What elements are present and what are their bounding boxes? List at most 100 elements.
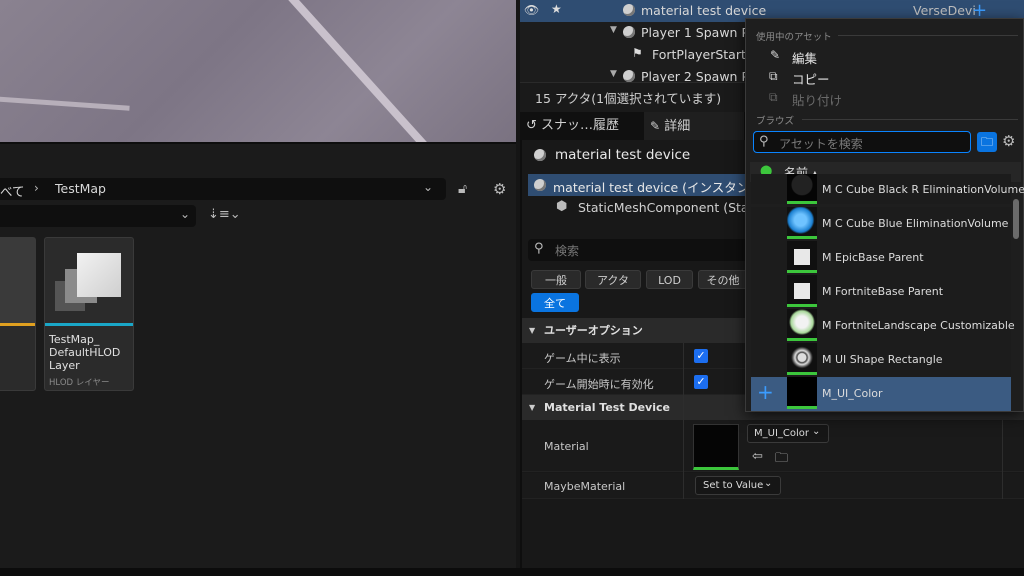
paste-icon: ⧉	[769, 90, 778, 104]
path-prefix[interactable]: べて	[0, 181, 25, 200]
asset-thumbnail	[787, 241, 817, 273]
content-filter-bar[interactable]: ⌄	[0, 205, 196, 227]
asset-row[interactable]: M FortniteBase Parent	[751, 275, 1011, 309]
triangle-down-icon[interactable]: ▼	[610, 25, 617, 35]
asset-label: M_UI_Color	[822, 387, 883, 400]
filter-chip-actor[interactable]: アクタ	[585, 270, 641, 289]
asset-thumbnail	[787, 275, 817, 307]
triangle-down-icon: ▼	[529, 326, 536, 335]
tab-snapshot-label: スナッ…履歴	[541, 118, 620, 133]
filter-chip-all[interactable]: 全て	[531, 293, 579, 312]
asset-row[interactable]: M FortniteLandscape Customizable	[751, 309, 1015, 343]
tab-snapshot[interactable]: ↺ スナッ…履歴	[520, 112, 640, 140]
asset-label: M UI Shape Rectangle	[822, 353, 943, 366]
filter-chip-general[interactable]: 一般	[531, 270, 581, 289]
actor-icon	[623, 70, 635, 82]
outliner-row-label: material test device	[641, 3, 767, 18]
asset-row[interactable]: M EpicBase Parent	[751, 241, 1011, 275]
search-icon: ⚲	[759, 134, 769, 149]
actor-count-status: 15 アクタ(1個選択されています)	[535, 91, 722, 106]
asset-row-selected[interactable]: + M_UI_Color	[751, 377, 1011, 411]
menu-edit[interactable]: 編集	[792, 48, 817, 67]
prop-label: ゲーム中に表示	[544, 352, 621, 365]
details-search-input[interactable]: ⚲ 検索	[528, 239, 748, 261]
tab-details[interactable]: ✎ 詳細	[644, 112, 744, 140]
sort-icon[interactable]: ⇣≡⌄	[208, 207, 241, 222]
prop-label: ゲーム開始時に有効化	[544, 378, 654, 391]
level-viewport[interactable]	[0, 0, 516, 142]
player-start-icon: ⚑	[632, 46, 643, 60]
details-column-divider	[1002, 420, 1003, 499]
prop-label: Material	[544, 440, 589, 453]
asset-search-input[interactable]: ⚲ アセットを検索	[753, 131, 971, 153]
folder-icon: 🗀︎	[980, 135, 993, 149]
asset-tile-partial[interactable]	[0, 237, 36, 391]
asset-row[interactable]: M C Cube Black R EliminationVolume	[751, 174, 1024, 204]
asset-row[interactable]: M UI Shape Rectangle	[751, 343, 1011, 377]
menu-copy[interactable]: コピー	[792, 69, 830, 88]
asset-thumbnail	[787, 309, 817, 341]
filter-chip-lod[interactable]: LOD	[646, 270, 693, 289]
asset-thumbnail	[787, 207, 817, 239]
asset-label: M C Cube Blue EliminationVolume	[822, 217, 1009, 230]
filter-chip-other[interactable]: その他	[698, 270, 748, 289]
asset-label: M C Cube Black R EliminationVolume	[822, 183, 1024, 196]
browse-icon[interactable]: 🗀︎	[775, 449, 788, 471]
triangle-down-icon[interactable]: ▼	[610, 69, 617, 79]
heading-browse: ブラウズ	[756, 116, 795, 127]
actor-icon	[534, 179, 546, 191]
gear-icon[interactable]: ⚙	[1002, 132, 1015, 150]
asset-search-placeholder: アセットを検索	[779, 137, 863, 151]
tab-details-label: 詳細	[664, 119, 691, 134]
use-selected-icon[interactable]: ⇦	[752, 449, 763, 464]
asset-label: M EpicBase Parent	[822, 251, 924, 264]
asset-thumbnail	[787, 343, 817, 375]
browse-folder-button[interactable]: 🗀︎	[977, 132, 997, 152]
prop-label: MaybeMaterial	[544, 480, 626, 493]
actor-icon	[623, 26, 635, 38]
outliner-row-label: FortPlayerStartC	[652, 47, 755, 62]
search-placeholder: 検索	[555, 244, 580, 258]
component-row-instance[interactable]: material test device (インスタンス)	[528, 174, 766, 196]
material-combo[interactable]: M_UI_Color ⌄	[747, 424, 829, 443]
details-column-divider	[683, 343, 684, 499]
lock-icon[interactable]: 🔓︎	[458, 181, 467, 197]
outliner-row-type: VerseDevi	[913, 3, 976, 18]
chevron-down-icon: ⌄	[812, 426, 821, 437]
menu-paste[interactable]: 貼り付け	[792, 90, 842, 109]
copy-icon: ⧉	[769, 69, 778, 83]
section-label: Material Test Device	[544, 401, 670, 414]
asset-tile-type: HLOD レイヤー	[49, 378, 110, 388]
eye-icon[interactable]: 👁︎	[524, 3, 539, 17]
actor-icon	[534, 149, 546, 161]
set-to-value-combo[interactable]: Set to Value ⌄	[695, 476, 781, 495]
asset-tile-hlod[interactable]: TestMap_ DefaultHLOD Layer HLOD レイヤー	[44, 237, 134, 391]
gear-icon[interactable]: ⚙	[493, 180, 506, 198]
star-icon[interactable]: ★	[551, 2, 562, 16]
chevron-right-icon: ›	[34, 181, 39, 195]
heading-current-asset: 使用中のアセット	[756, 32, 832, 43]
asset-thumbnail	[787, 174, 817, 204]
checkbox-enabled[interactable]: ✓	[694, 375, 708, 389]
outliner-row-label: Player 1 Spawn Pa	[641, 25, 757, 40]
material-combo-value: M_UI_Color	[754, 428, 810, 439]
component-row-mesh[interactable]: ⬢ StaticMeshComponent (Static	[528, 197, 764, 219]
asset-label: M FortniteBase Parent	[822, 285, 944, 298]
history-icon: ↺	[526, 118, 537, 133]
chevron-down-icon[interactable]: ⌄	[423, 180, 433, 194]
status-bar	[0, 568, 1024, 576]
chevron-down-icon[interactable]: ⌄	[180, 207, 190, 221]
section-label: ユーザーオプション	[544, 324, 643, 337]
material-thumbnail[interactable]	[693, 424, 739, 470]
cube-icon: ⬢	[556, 199, 568, 214]
asset-row[interactable]: M C Cube Blue EliminationVolume	[751, 207, 1011, 241]
asset-thumbnail	[787, 377, 817, 409]
path-bar[interactable]: べて › TestMap ⌄	[0, 178, 446, 200]
scrollbar-thumb[interactable]	[1013, 199, 1019, 239]
pencil-icon: ✎	[770, 48, 781, 62]
path-current[interactable]: TestMap	[55, 181, 106, 196]
details-actor-title: material test device	[555, 147, 691, 163]
checkbox-visible[interactable]: ✓	[694, 349, 708, 363]
triangle-down-icon: ▼	[529, 403, 536, 412]
pencil-icon: ✎	[650, 119, 661, 133]
